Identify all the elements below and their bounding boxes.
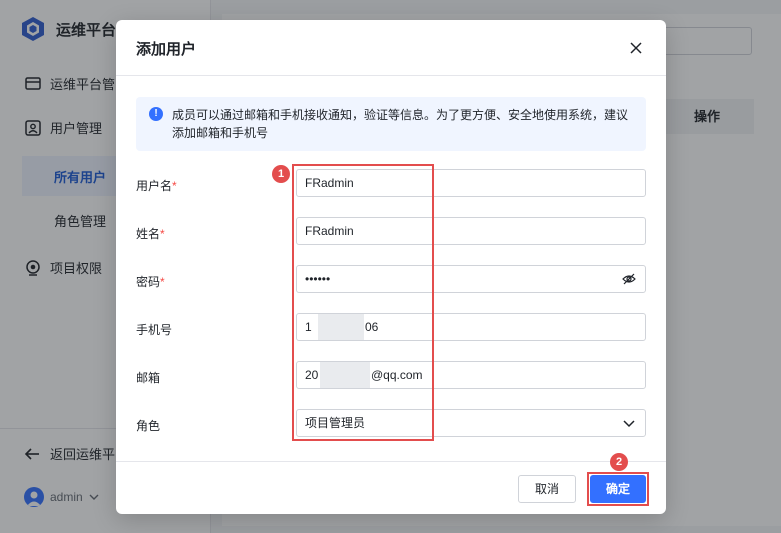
password-label-text: 密码 (136, 275, 161, 289)
role-label: 角色 (136, 417, 160, 434)
email-label-text: 邮箱 (136, 371, 161, 385)
username-label-text: 用户名 (136, 179, 173, 193)
add-user-dialog: 添加用户 ! 成员可以通过邮箱和手机接收通知，验证等信息。为了更方便、安全地使用… (116, 20, 666, 514)
annotation-highlight-fields (292, 164, 434, 441)
notice-text: 成员可以通过邮箱和手机接收通知，验证等信息。为了更方便、安全地使用系统，建议添加… (172, 108, 629, 140)
eye-off-icon[interactable] (622, 272, 636, 286)
dialog-footer-divider (116, 461, 666, 462)
password-label: 密码* (136, 273, 165, 290)
required-mark: * (160, 275, 165, 289)
role-label-text: 角色 (136, 419, 161, 433)
email-label: 邮箱 (136, 369, 160, 386)
phone-label: 手机号 (136, 321, 172, 338)
dialog-header: 添加用户 (116, 20, 666, 76)
phone-label-text: 手机号 (136, 323, 173, 337)
required-mark: * (160, 227, 165, 241)
annotation-badge-1: 1 (272, 165, 290, 183)
info-notice: ! 成员可以通过邮箱和手机接收通知，验证等信息。为了更方便、安全地使用系统，建议… (136, 97, 646, 151)
name-label-text: 姓名 (136, 227, 161, 241)
info-icon: ! (149, 107, 163, 121)
chevron-down-icon (623, 420, 635, 428)
name-label: 姓名* (136, 225, 165, 242)
cancel-button[interactable]: 取消 (518, 475, 576, 503)
annotation-badge-2: 2 (610, 453, 628, 471)
dialog-title: 添加用户 (136, 41, 197, 58)
annotation-highlight-confirm (587, 472, 649, 506)
required-mark: * (172, 179, 177, 193)
close-icon[interactable] (628, 40, 644, 56)
username-label: 用户名* (136, 177, 177, 194)
